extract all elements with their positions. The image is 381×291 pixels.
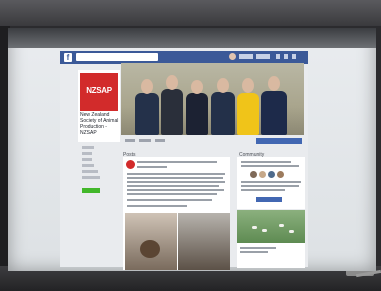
community-text-line bbox=[241, 161, 291, 163]
person-1-head bbox=[141, 79, 153, 94]
person-1 bbox=[135, 93, 159, 135]
person-5 bbox=[237, 93, 259, 135]
friends-icon[interactable] bbox=[276, 54, 280, 59]
community-text-line bbox=[241, 181, 301, 183]
post-text-line bbox=[127, 193, 217, 195]
like-button[interactable] bbox=[125, 139, 135, 142]
person-6-head bbox=[268, 76, 280, 91]
post-text-line bbox=[127, 189, 224, 191]
send-message-button[interactable] bbox=[256, 138, 302, 144]
left-nav-home[interactable] bbox=[82, 146, 94, 149]
post-avatar[interactable] bbox=[126, 160, 135, 169]
sheep bbox=[262, 229, 267, 232]
page-title: New Zealand Society of Animal Production… bbox=[80, 112, 119, 136]
sheep bbox=[289, 230, 294, 233]
search-input[interactable] bbox=[76, 53, 158, 61]
avatar[interactable] bbox=[268, 171, 275, 178]
left-nav-about[interactable] bbox=[82, 158, 92, 161]
messages-icon[interactable] bbox=[284, 54, 288, 59]
left-nav-posts[interactable] bbox=[82, 152, 92, 155]
avatar[interactable] bbox=[277, 171, 284, 178]
side-text-line bbox=[240, 247, 276, 249]
logo-text: NZSAP bbox=[86, 86, 112, 95]
notifications-icon[interactable] bbox=[292, 54, 296, 59]
create-page-button[interactable] bbox=[82, 188, 100, 193]
person-4-head bbox=[217, 78, 229, 93]
post-link-line[interactable] bbox=[127, 205, 187, 207]
community-text-line bbox=[241, 189, 285, 191]
person-2 bbox=[161, 89, 183, 135]
follow-button[interactable] bbox=[139, 139, 151, 142]
post-text-line bbox=[127, 185, 219, 187]
left-nav-photos[interactable] bbox=[82, 164, 94, 167]
dog-in-photo bbox=[140, 240, 160, 258]
side-text-line bbox=[240, 251, 268, 253]
left-nav-info[interactable] bbox=[82, 176, 100, 179]
cover-photo[interactable] bbox=[121, 63, 304, 135]
nav-item-home[interactable] bbox=[239, 54, 253, 59]
person-5-head bbox=[242, 78, 254, 93]
community-text-line bbox=[241, 165, 299, 167]
person-2-head bbox=[166, 75, 178, 90]
person-4 bbox=[211, 92, 235, 135]
nav-item-create[interactable] bbox=[256, 54, 270, 59]
post-text-line bbox=[127, 181, 225, 183]
avatar[interactable] bbox=[229, 53, 236, 60]
post-text-line bbox=[127, 177, 223, 179]
left-nav-community[interactable] bbox=[82, 170, 98, 173]
avatar[interactable] bbox=[259, 171, 266, 178]
sheep bbox=[252, 226, 257, 229]
post-author-line bbox=[137, 161, 217, 163]
post-photo[interactable] bbox=[178, 213, 230, 270]
invite-button[interactable] bbox=[256, 197, 282, 202]
community-text-line bbox=[241, 185, 299, 187]
person-3 bbox=[186, 93, 208, 135]
post-text-line bbox=[127, 199, 212, 201]
person-6 bbox=[261, 91, 287, 135]
person-3-head bbox=[191, 80, 203, 94]
facebook-logo-icon[interactable]: f bbox=[64, 53, 72, 62]
post-time-line bbox=[137, 166, 167, 168]
side-photo[interactable] bbox=[237, 210, 305, 243]
avatar[interactable] bbox=[250, 171, 257, 178]
ceiling bbox=[0, 0, 381, 26]
post-text-line bbox=[127, 173, 225, 175]
sheep bbox=[279, 224, 284, 227]
share-button[interactable] bbox=[155, 139, 165, 142]
screen-top-shadow bbox=[8, 28, 376, 48]
